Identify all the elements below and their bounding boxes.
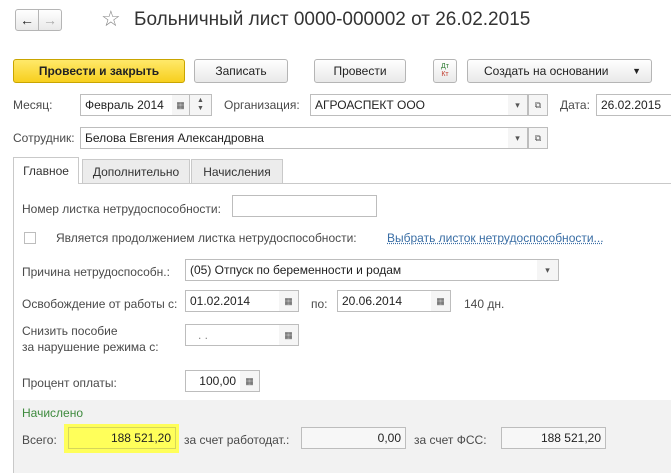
date-field[interactable]: 26.02.2015 — [596, 94, 671, 116]
back-button[interactable]: ← — [15, 9, 39, 31]
page-title: Больничный лист 0000-000002 от 26.02.201… — [134, 9, 531, 30]
percent-label: Процент оплаты: — [22, 376, 117, 390]
forward-button[interactable]: → — [38, 9, 62, 31]
calendar-icon: ▦ — [176, 99, 185, 110]
fss-field: 188 521,20 — [501, 427, 606, 449]
employee-open-button[interactable]: ⧉ — [528, 127, 548, 149]
month-spin-button[interactable]: ▲ ▼ — [190, 94, 212, 116]
arrow-left-icon: ← — [20, 12, 34, 28]
reduce-label-line1: Снизить пособие — [22, 324, 118, 338]
select-sheet-link[interactable]: Выбрать листок нетрудоспособности... — [387, 231, 604, 245]
calendar-button[interactable]: ▦ — [172, 94, 190, 116]
dtkt-icon: Дт Кт — [441, 63, 449, 78]
star-icon[interactable]: ☆ — [101, 6, 121, 32]
reduce-label-line2: за нарушение режима с: — [22, 340, 159, 354]
create-based-on-button[interactable]: Создать на основании ▼ — [467, 59, 652, 83]
percent-field[interactable]: 100,00 — [185, 370, 241, 392]
sheet-number-field[interactable] — [232, 195, 377, 217]
total-label: Всего: — [22, 433, 57, 447]
dropdown-arrow-icon: ▾ — [545, 264, 550, 275]
reason-dropdown-button[interactable]: ▾ — [537, 259, 559, 281]
open-icon: ⧉ — [534, 132, 542, 143]
employee-dropdown-button[interactable]: ▾ — [508, 127, 528, 149]
dropdown-arrow-icon: ▾ — [515, 99, 520, 110]
release-to-field[interactable]: 20.06.2014 — [337, 290, 432, 312]
organization-field[interactable]: АГРОАСПЕКТ ООО — [310, 94, 509, 116]
post-button[interactable]: Провести — [314, 59, 406, 83]
post-and-close-button[interactable]: Провести и закрыть — [13, 59, 185, 83]
spin-down-icon: ▼ — [197, 105, 204, 112]
percent-calculator-button[interactable]: ▦ — [240, 370, 260, 392]
reduce-date-field[interactable]: . . — [185, 324, 280, 346]
dtkt-button[interactable]: Дт Кт — [433, 59, 457, 83]
tab-accruals[interactable]: Начисления — [191, 159, 283, 184]
release-label: Освобождение от работы с: — [22, 297, 178, 311]
organization-open-button[interactable]: ⧉ — [528, 94, 548, 116]
accrued-section-title: Начислено — [22, 406, 84, 420]
continuation-checkbox[interactable] — [24, 232, 36, 244]
reason-label: Причина нетрудоспособн.: — [22, 265, 170, 279]
save-button[interactable]: Записать — [194, 59, 288, 83]
organization-dropdown-button[interactable]: ▾ — [508, 94, 528, 116]
dropdown-arrow-icon: ▼ — [632, 66, 641, 76]
tab-main[interactable]: Главное — [13, 157, 79, 184]
fss-label: за счет ФСС: — [414, 433, 487, 447]
reason-field[interactable]: (05) Отпуск по беременности и родам — [185, 259, 538, 281]
create-based-on-label: Создать на основании — [484, 64, 609, 78]
release-from-calendar-button[interactable]: ▦ — [279, 290, 299, 312]
calendar-icon: ▦ — [284, 329, 293, 340]
release-from-field[interactable]: 01.02.2014 — [185, 290, 280, 312]
spin-up-icon: ▲ — [197, 97, 204, 104]
days-count: 140 дн. — [464, 297, 505, 311]
tab-additional[interactable]: Дополнительно — [82, 159, 190, 184]
reduce-calendar-button[interactable]: ▦ — [279, 324, 299, 346]
sheet-number-label: Номер листка нетрудоспособности: — [22, 202, 221, 216]
arrow-right-icon: → — [43, 12, 57, 28]
calculator-icon: ▦ — [245, 375, 254, 386]
organization-label: Организация: — [224, 98, 300, 112]
dropdown-arrow-icon: ▾ — [515, 132, 520, 143]
release-to-label: по: — [311, 297, 328, 311]
open-icon: ⧉ — [534, 99, 542, 110]
release-to-calendar-button[interactable]: ▦ — [431, 290, 451, 312]
continuation-label: Является продолжением листка нетрудоспос… — [56, 231, 357, 245]
total-field: 188 521,20 — [68, 427, 176, 449]
date-label: Дата: — [560, 98, 590, 112]
month-field[interactable]: Февраль 2014 — [80, 94, 173, 116]
employer-field: 0,00 — [301, 427, 406, 449]
employee-label: Сотрудник: — [13, 131, 75, 145]
employer-label: за счет работодат.: — [184, 433, 290, 447]
employee-field[interactable]: Белова Евгения Александровна — [80, 127, 509, 149]
month-label: Месяц: — [13, 98, 53, 112]
calendar-icon: ▦ — [436, 295, 445, 306]
calendar-icon: ▦ — [284, 295, 293, 306]
